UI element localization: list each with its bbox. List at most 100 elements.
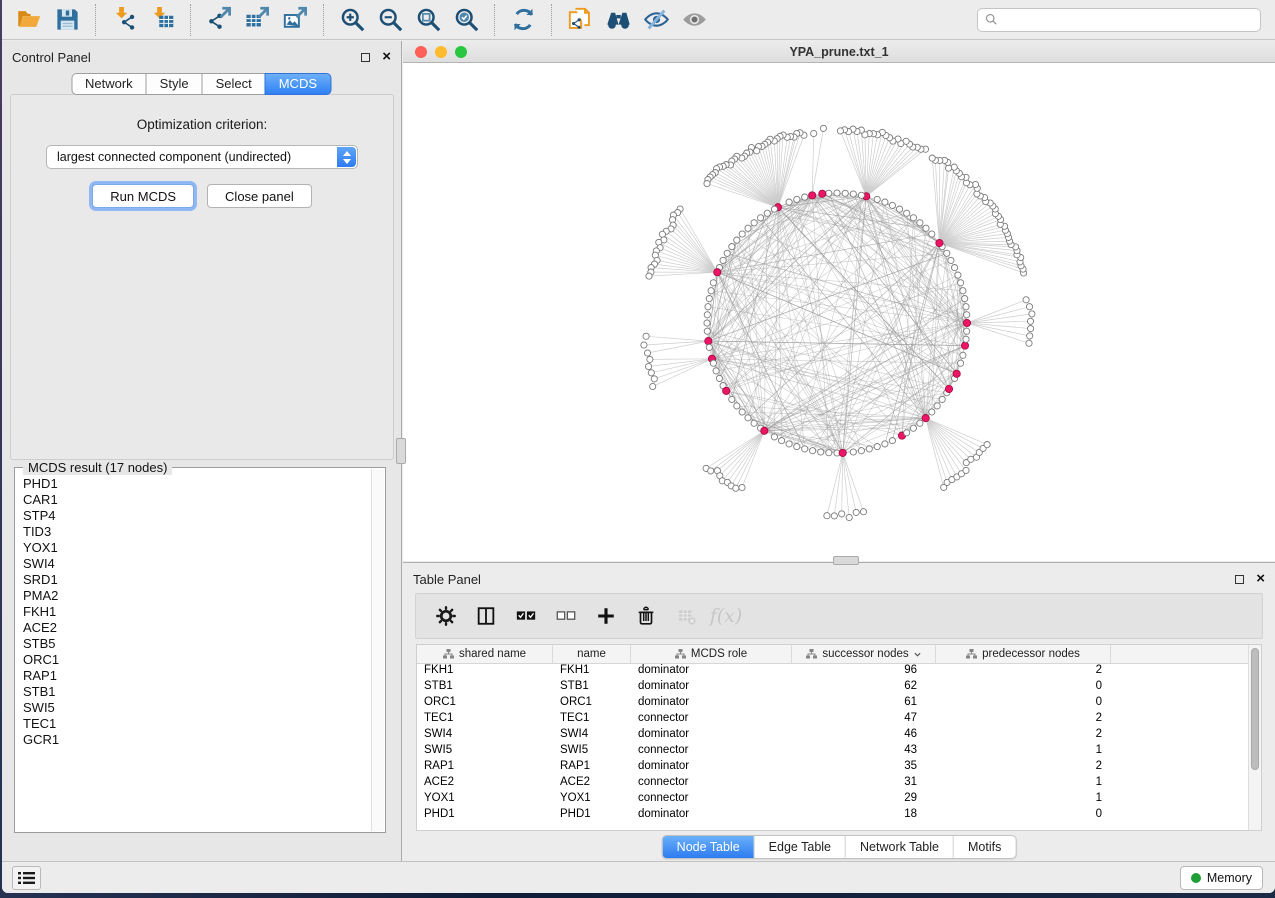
graph-node[interactable] [960,288,966,294]
graph-node[interactable] [648,370,654,376]
graph-node[interactable] [850,449,856,455]
graph-node[interactable] [724,250,730,256]
graph-node[interactable] [758,215,764,221]
table-row[interactable]: RAP1RAP1dominator352 [417,760,1261,776]
graph-node[interactable] [904,210,910,216]
mcds-result-item[interactable]: TID3 [23,524,369,540]
graph-node[interactable] [929,155,935,161]
graph-node[interactable] [964,328,970,334]
graph-node[interactable] [751,220,757,226]
table-settings-button[interactable] [430,600,462,632]
graph-hub-node[interactable] [809,192,816,199]
search-input[interactable] [999,11,1260,29]
graph-node[interactable] [820,125,826,131]
toggle-columns-button[interactable] [470,600,502,632]
graph-node[interactable] [704,328,710,334]
window-maximize-button[interactable] [455,46,467,58]
graph-hub-node[interactable] [936,239,943,246]
graph-node[interactable] [745,225,751,231]
graph-node[interactable] [834,190,840,196]
graph-node[interactable] [1023,297,1029,303]
close-panel-icon[interactable]: × [382,52,391,62]
import-network-button[interactable] [105,3,143,37]
graph-node[interactable] [874,196,880,202]
graph-node[interactable] [948,257,954,263]
deselect-all-button[interactable] [550,600,582,632]
graph-node[interactable] [1028,326,1034,332]
table-row[interactable]: ACE2ACE2connector311 [417,776,1261,792]
network-graph[interactable] [403,63,1275,561]
graph-node[interactable] [837,128,843,134]
graph-node[interactable] [708,288,714,294]
graph-node[interactable] [713,368,719,374]
graph-node[interactable] [904,430,910,436]
table-scrollbar[interactable] [1248,645,1261,830]
mcds-result-item[interactable]: STB5 [23,636,369,652]
graph-hub-node[interactable] [714,269,721,276]
graph-node[interactable] [739,484,745,490]
graph-node[interactable] [960,352,966,358]
graph-node[interactable] [786,441,792,447]
optimization-criterion-select[interactable]: largest connected component (undirected) [46,145,358,169]
graph-node[interactable] [734,237,740,243]
graph-node[interactable] [839,511,845,517]
graph-hub-node[interactable] [819,190,826,197]
mcds-result-item[interactable]: TEC1 [23,716,369,732]
graph-node[interactable] [874,444,880,450]
graph-node[interactable] [850,191,856,197]
graph-node[interactable] [706,344,712,350]
graph-node[interactable] [771,206,777,212]
graph-node[interactable] [858,192,864,198]
search-box[interactable] [977,8,1261,32]
memory-button[interactable]: Memory [1180,866,1263,890]
graph-node[interactable] [846,514,852,520]
graph-node[interactable] [958,360,964,366]
graph-node[interactable] [786,199,792,205]
graph-node[interactable] [1026,304,1032,310]
table-row[interactable]: TEC1TEC1connector472 [417,712,1261,728]
table-row[interactable]: SWI4SWI4dominator462 [417,728,1261,744]
graph-node[interactable] [944,250,950,256]
graph-node[interactable] [710,280,716,286]
graph-node[interactable] [739,409,745,415]
graph-node[interactable] [826,450,832,456]
graph-node[interactable] [811,130,817,136]
graph-node[interactable] [917,420,923,426]
tab-select[interactable]: Select [202,73,266,95]
network-canvas[interactable] [403,63,1275,561]
table-row[interactable]: YOX1YOX1connector291 [417,792,1261,808]
column-header-name[interactable]: name [553,645,631,663]
network-window-titlebar[interactable]: YPA_prune.txt_1 [403,41,1275,63]
graph-node[interactable] [853,509,859,515]
mcds-result-item[interactable]: ORC1 [23,652,369,668]
graph-node[interactable] [729,244,735,250]
tab-motifs[interactable]: Motifs [953,836,1015,858]
mcds-result-item[interactable]: SWI4 [23,556,369,572]
mcds-result-item[interactable]: SWI5 [23,700,369,716]
tab-mcds[interactable]: MCDS [265,73,331,95]
mcds-result-item[interactable]: YOX1 [23,540,369,556]
table-row[interactable]: STB1STB1dominator620 [417,680,1261,696]
graph-node[interactable] [651,376,657,382]
graph-node[interactable] [929,409,935,415]
mcds-result-item[interactable]: PHD1 [23,476,369,492]
window-minimize-button[interactable] [435,46,447,58]
graph-node[interactable] [939,396,945,402]
graph-node[interactable] [779,438,785,444]
graph-node[interactable] [641,342,647,348]
close-panel-button[interactable]: Close panel [207,184,312,208]
graph-node[interactable] [1029,311,1035,317]
graph-node[interactable] [710,360,716,366]
graph-node[interactable] [897,206,903,212]
graph-node[interactable] [824,513,830,519]
tab-network-table[interactable]: Network Table [845,836,953,858]
tab-style[interactable]: Style [146,73,203,95]
graph-node[interactable] [889,202,895,208]
graph-node[interactable] [917,220,923,226]
first-neighbors-button[interactable] [599,3,637,37]
graph-node[interactable] [646,363,652,369]
mcds-result-list[interactable]: PHD1CAR1STP4TID3YOX1SWI4SRD1PMA2FKH1ACE2… [23,476,369,828]
graph-node[interactable] [952,265,958,271]
mcds-result-item[interactable]: PMA2 [23,588,369,604]
float-panel-icon[interactable] [361,53,370,62]
